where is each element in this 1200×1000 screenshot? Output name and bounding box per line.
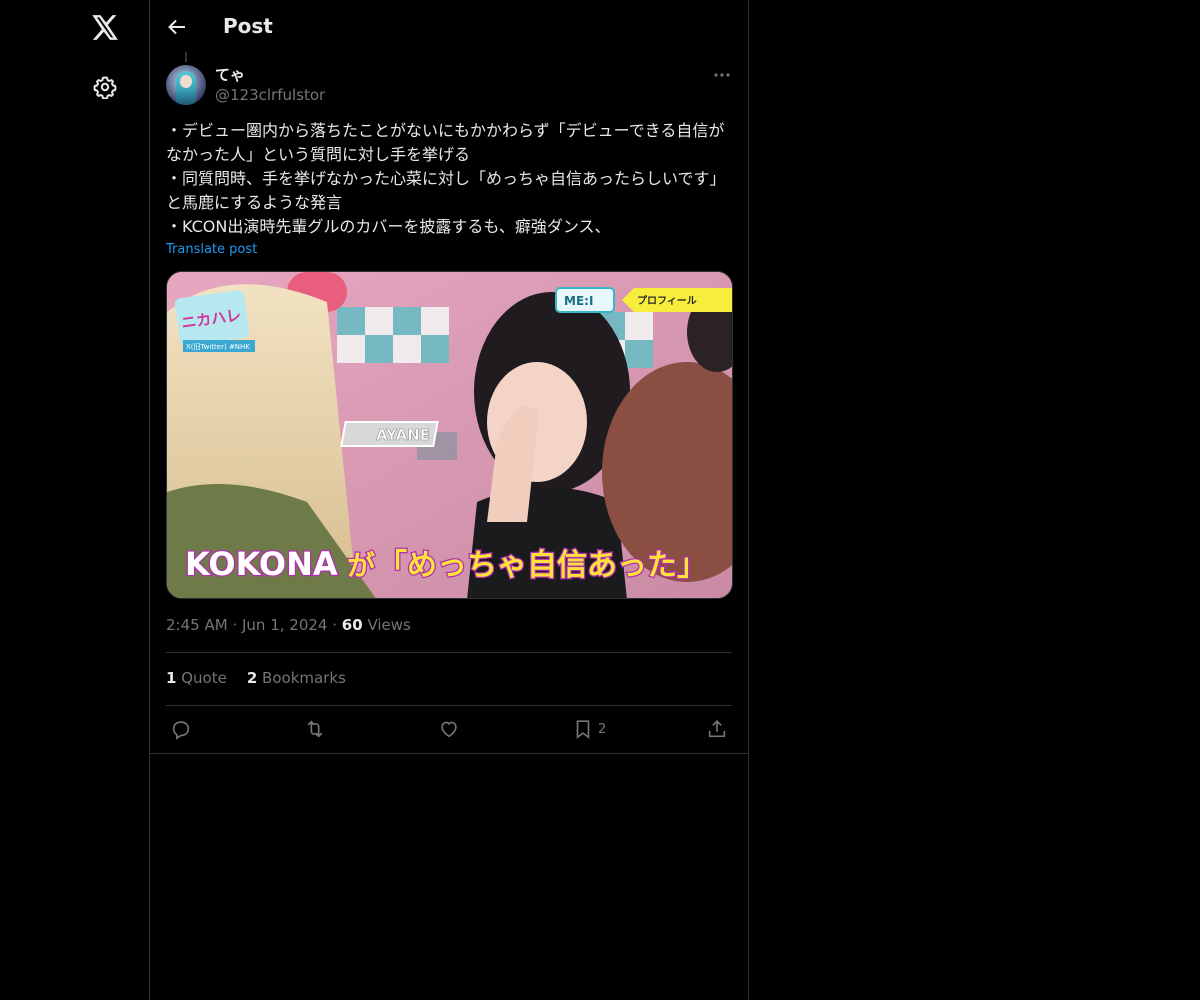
- divider: [166, 652, 732, 653]
- x-logo-icon[interactable]: [89, 11, 121, 43]
- bookmark-count: 2: [246, 669, 258, 687]
- me-i-badge: ME:I プロフィール: [555, 287, 732, 313]
- page-title: Post: [223, 14, 273, 38]
- arrow-left-icon[interactable]: [164, 15, 190, 39]
- post-media-image[interactable]: ニカハレ X(旧Twitter) #NHK ME:I プロフィール AYANE …: [166, 271, 733, 599]
- avatar-face-shape: [180, 75, 192, 88]
- caption-mid-text: が: [347, 549, 375, 582]
- show-logo-badge: ニカハレ X(旧Twitter) #NHK: [174, 290, 255, 352]
- post-bottom-border: [150, 753, 748, 754]
- repost-icon[interactable]: [304, 714, 326, 744]
- caption-left-text: KOKONA: [185, 545, 338, 583]
- like-icon[interactable]: [438, 714, 460, 744]
- hashtag-text: X(旧Twitter) #NHK: [186, 343, 250, 351]
- quote-stat[interactable]: 1 Quote: [166, 669, 227, 687]
- quote-count: 1: [166, 669, 177, 687]
- caption-quote-text: 「めっちゃ自信あった」: [377, 548, 707, 583]
- meta-separator: ·: [232, 616, 242, 634]
- quote-label: Quote: [181, 669, 227, 687]
- post-stats-row: 1 Quote 2 Bookmarks: [166, 669, 346, 687]
- post-action-bar: 2: [166, 714, 732, 744]
- reply-icon[interactable]: [170, 714, 192, 744]
- thread-connector-line: [185, 52, 187, 62]
- post-time[interactable]: 2:45 AM: [166, 616, 228, 634]
- views-label: Views: [367, 616, 411, 634]
- name-tag-text: AYANE: [376, 426, 430, 444]
- bookmark-stat[interactable]: 2 Bookmarks: [247, 669, 346, 687]
- author-handle[interactable]: @123clrfulstor: [215, 86, 325, 104]
- share-icon[interactable]: [706, 714, 728, 744]
- divider: [166, 705, 732, 706]
- name-tag: AYANE: [340, 421, 439, 447]
- views-count: 60: [341, 616, 363, 634]
- left-nav-rail: [0, 0, 149, 1000]
- translate-post-link[interactable]: Translate post: [166, 242, 257, 257]
- post-timestamp-row: 2:45 AM · Jun 1, 2024 · 60 Views: [166, 616, 411, 634]
- badge-small-text: プロフィール: [637, 294, 697, 307]
- post-date[interactable]: Jun 1, 2024: [242, 616, 327, 634]
- badge-text: ME:I: [564, 294, 593, 308]
- bookmark-label: Bookmarks: [262, 669, 346, 687]
- bookmark-icon: [572, 718, 594, 740]
- more-options-icon[interactable]: [710, 66, 734, 84]
- post-text: ・デビュー圏内から落ちたことがないにもかかわらず「デビューできる自信がなかった人…: [166, 121, 726, 236]
- gear-icon[interactable]: [91, 73, 119, 101]
- page-header: Post: [150, 0, 748, 54]
- avatar[interactable]: [166, 65, 206, 105]
- author-display-name[interactable]: てゃ: [215, 64, 245, 85]
- meta-separator: ·: [332, 616, 342, 634]
- caption-overlay: KOKONA が 「めっちゃ自信あった」: [184, 544, 709, 585]
- bookmark-button[interactable]: 2: [572, 714, 606, 744]
- bookmark-action-count: 2: [598, 721, 607, 737]
- post-detail-column: Post てゃ @123clrfulstor ・デビュー圏内から落ちたことがない…: [149, 0, 749, 1000]
